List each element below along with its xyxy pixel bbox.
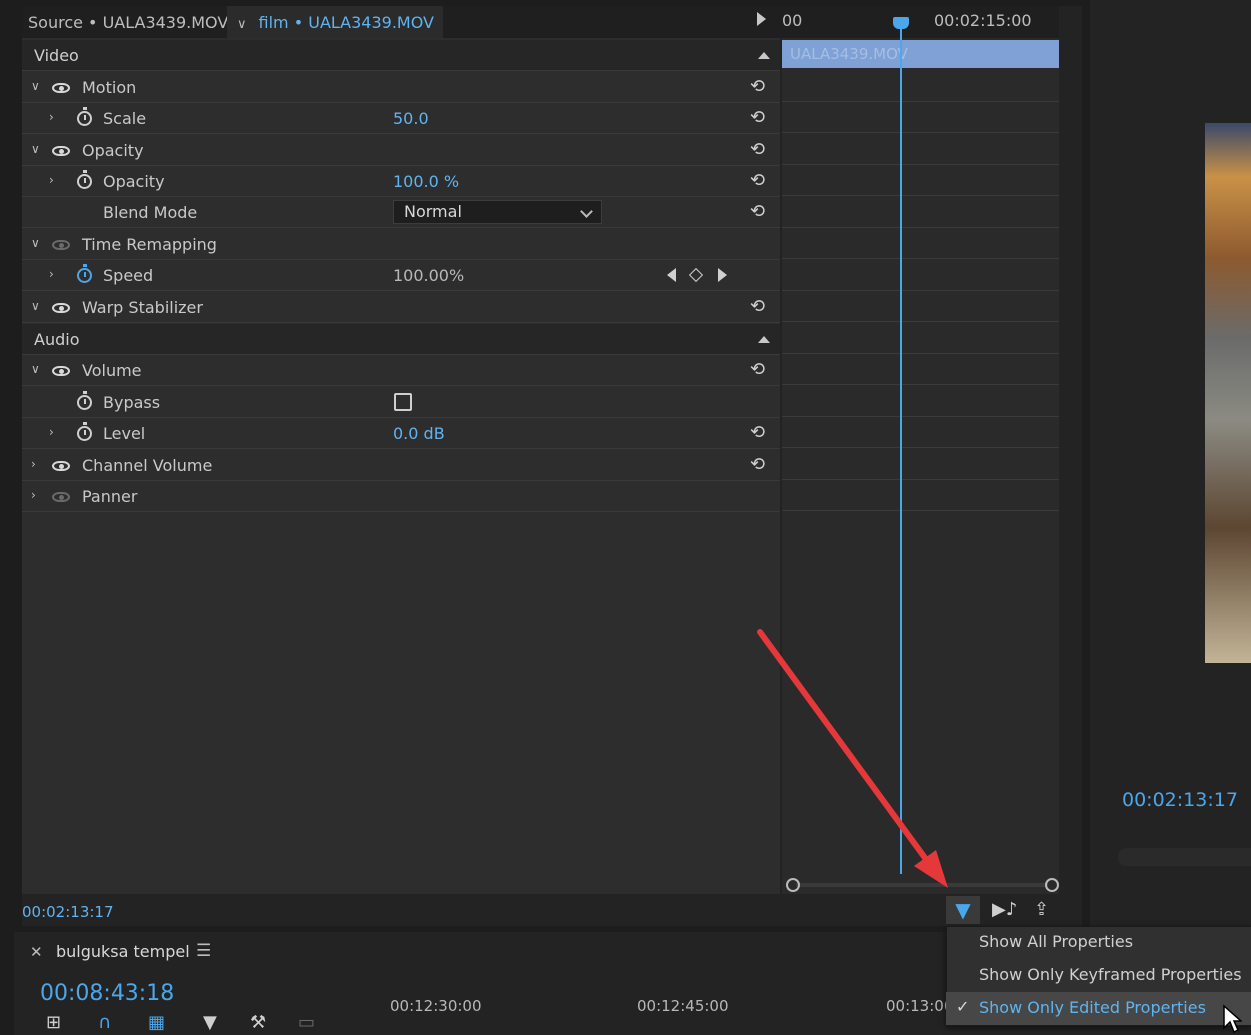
mouse-cursor-icon xyxy=(1223,1004,1242,1034)
annotation-arrow xyxy=(757,629,948,888)
arrow-shaft xyxy=(757,629,931,865)
arrow-head xyxy=(914,850,948,888)
